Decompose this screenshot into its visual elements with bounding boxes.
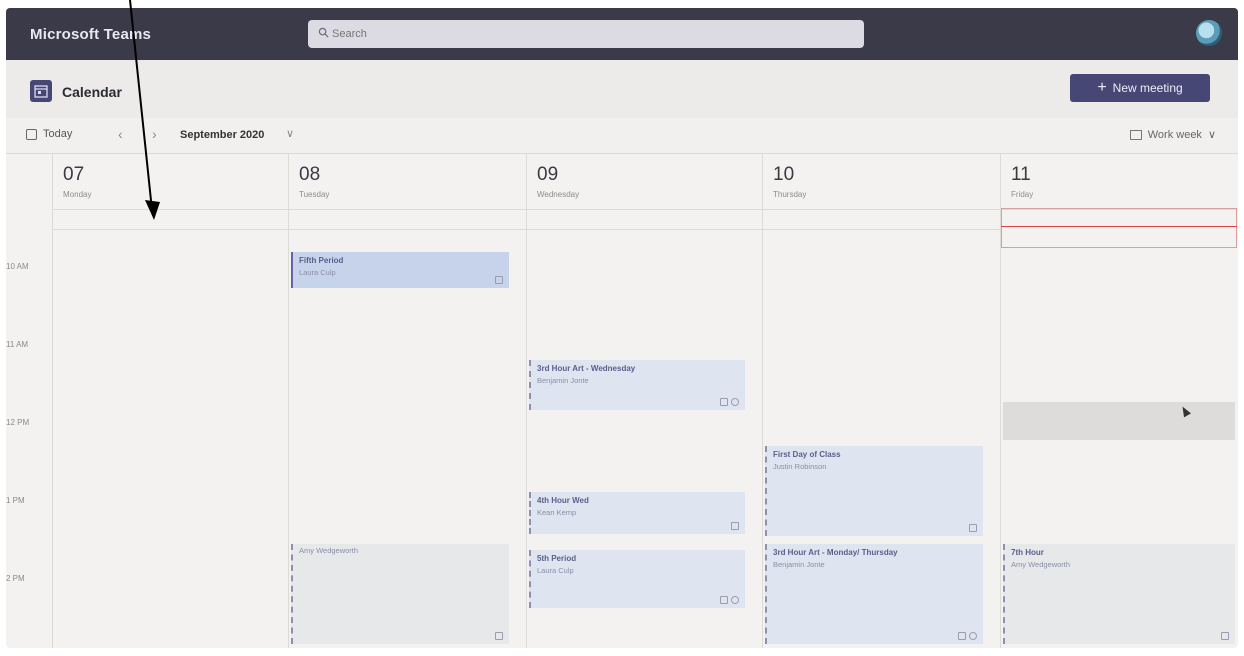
recurring-icon: [731, 596, 739, 604]
chevron-left-icon[interactable]: ‹: [118, 126, 123, 142]
calendar-header: Calendar + New meeting: [6, 60, 1238, 118]
day-number: 07: [63, 164, 85, 185]
day-header: 07 Monday: [53, 154, 288, 210]
current-time-line: [1001, 226, 1237, 227]
event-organizer: Benjamin Jonte: [537, 376, 589, 385]
calendar-toolbar: Today ‹ › September 2020 ∨ Work week ∨: [6, 118, 1238, 154]
event-title: 4th Hour Wed: [537, 496, 589, 505]
day-name: Friday: [1011, 190, 1034, 199]
event-organizer: Justin Robinson: [773, 462, 827, 471]
day-header: 11 Friday: [1001, 154, 1238, 210]
search-icon: [318, 27, 329, 38]
teams-meeting-icon: [731, 522, 739, 530]
calendar-event[interactable]: 3rd Hour Art - Wednesday Benjamin Jonte: [529, 360, 745, 410]
recurring-icon: [731, 398, 739, 406]
calendar-event[interactable]: 7th Hour Amy Wedgeworth: [1003, 544, 1235, 644]
event-organizer: Amy Wedgeworth: [299, 546, 359, 555]
day-column-friday[interactable]: 11 Friday 7th Hour Amy Wedgeworth: [1000, 154, 1238, 648]
event-organizer: Kean Kemp: [537, 508, 577, 517]
day-column-wednesday[interactable]: 09 Wednesday 3rd Hour Art - Wednesday Be…: [526, 154, 762, 648]
today-label: Today: [43, 128, 73, 140]
day-column-thursday[interactable]: 10 Thursday First Day of Class Justin Ro…: [762, 154, 1000, 648]
work-week-icon: [1129, 129, 1142, 140]
event-title: 5th Period: [537, 554, 577, 563]
time-label: 1 PM: [6, 496, 25, 505]
hovered-time-slot[interactable]: [1003, 402, 1235, 440]
calendar-event[interactable]: 4th Hour Wed Kean Kemp: [529, 492, 745, 534]
time-label: 10 AM: [6, 262, 29, 271]
calendar-icon: [30, 80, 52, 102]
event-title: First Day of Class: [773, 450, 841, 459]
teams-meeting-icon: [958, 632, 966, 640]
teams-meeting-icon: [1221, 632, 1229, 640]
calendar-grid: 10 AM 11 AM 12 PM 1 PM 2 PM 07 Monday 08…: [6, 154, 1238, 648]
teams-window: Microsoft Teams Calendar + New meeting: [6, 8, 1238, 648]
event-organizer: Amy Wedgeworth: [1011, 560, 1071, 569]
time-gutter: 10 AM 11 AM 12 PM 1 PM 2 PM: [6, 154, 52, 648]
teams-meeting-icon: [495, 276, 503, 284]
plus-icon: +: [1097, 79, 1107, 96]
all-day-row[interactable]: [289, 210, 526, 230]
recurring-icon: [969, 632, 977, 640]
calendar-event[interactable]: 5th Period Laura Culp: [529, 550, 745, 608]
day-number: 11: [1011, 164, 1031, 185]
day-name: Tuesday: [299, 190, 330, 199]
teams-meeting-icon: [720, 398, 728, 406]
month-label[interactable]: September 2020: [180, 129, 264, 141]
current-time-slot: [1001, 208, 1237, 248]
avatar[interactable]: [1196, 20, 1222, 46]
calendar-event[interactable]: Amy Wedgeworth: [291, 544, 509, 644]
all-day-row[interactable]: [763, 210, 1000, 230]
new-meeting-button[interactable]: + New meeting: [1070, 74, 1210, 102]
all-day-row[interactable]: [527, 210, 762, 230]
event-title: 3rd Hour Art - Wednesday: [537, 364, 636, 373]
day-column-monday[interactable]: 07 Monday: [52, 154, 288, 648]
event-organizer: Laura Culp: [537, 566, 574, 575]
day-name: Thursday: [773, 190, 807, 199]
new-meeting-label: New meeting: [1112, 81, 1183, 95]
event-title: Fifth Period: [299, 256, 344, 265]
page-title: Calendar: [62, 84, 122, 100]
calendar-event[interactable]: Fifth Period Laura Culp: [291, 252, 509, 288]
day-header: 08 Tuesday: [289, 154, 526, 210]
calendar-event[interactable]: First Day of Class Justin Robinson: [765, 446, 983, 536]
day-number: 08: [299, 164, 321, 185]
time-label: 12 PM: [6, 418, 30, 427]
day-header: 10 Thursday: [763, 154, 1000, 210]
teams-meeting-icon: [720, 596, 728, 604]
calendar-event[interactable]: 3rd Hour Art - Monday/ Thursday Benjamin…: [765, 544, 983, 644]
view-selector[interactable]: Work week ∨: [1129, 128, 1216, 141]
teams-meeting-icon: [495, 632, 503, 640]
title-bar: Microsoft Teams: [6, 8, 1238, 60]
teams-meeting-icon: [969, 524, 977, 532]
day-name: Monday: [63, 190, 92, 199]
day-number: 10: [773, 164, 795, 185]
event-organizer: Laura Culp: [299, 268, 336, 277]
time-label: 2 PM: [6, 574, 25, 583]
day-header: 09 Wednesday: [527, 154, 762, 210]
search-box[interactable]: [308, 20, 864, 48]
search-input[interactable]: [332, 20, 852, 48]
chevron-down-icon: ∨: [1207, 129, 1216, 141]
today-button[interactable]: Today: [26, 128, 72, 140]
day-name: Wednesday: [537, 190, 580, 199]
view-label: Work week: [1147, 128, 1202, 141]
time-label: 11 AM: [6, 340, 29, 349]
event-organizer: Benjamin Jonte: [773, 560, 825, 569]
day-column-tuesday[interactable]: 08 Tuesday Fifth Period Laura Culp Amy W…: [288, 154, 526, 648]
event-title: 7th Hour: [1011, 548, 1044, 557]
all-day-row[interactable]: [53, 210, 288, 230]
chevron-right-icon[interactable]: ›: [152, 126, 157, 142]
app-title: Microsoft Teams: [30, 26, 152, 43]
event-title: 3rd Hour Art - Monday/ Thursday: [773, 548, 898, 557]
day-number: 09: [537, 164, 559, 185]
chevron-down-icon[interactable]: ∨: [286, 127, 294, 140]
today-icon: [26, 128, 37, 140]
